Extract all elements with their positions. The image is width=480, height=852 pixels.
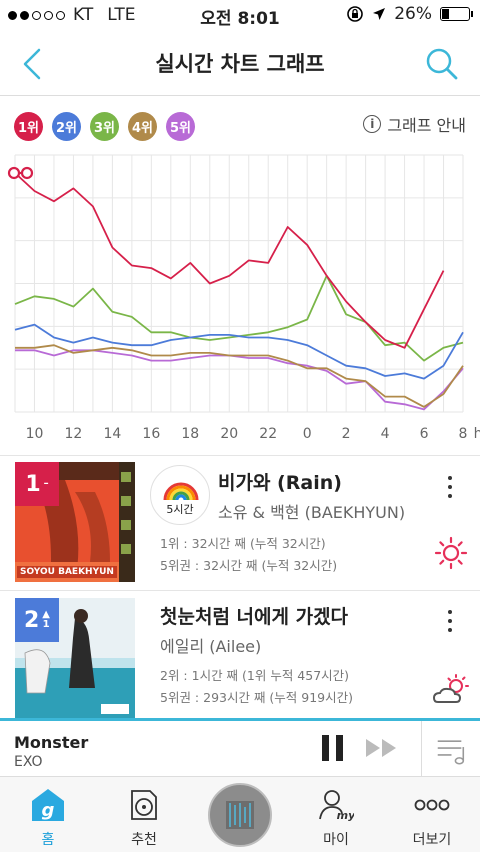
x-tick-label: 6	[420, 426, 429, 442]
rank-up-indicator: ▲ 1	[42, 610, 50, 630]
tab-label: 홈	[41, 832, 55, 848]
x-tick-label: 14	[103, 426, 121, 442]
album-cover-2[interactable]: 2 ▲ 1	[15, 598, 135, 718]
series-line-4	[15, 344, 464, 408]
tab-label: 추천	[131, 832, 157, 848]
rank-number: 2	[23, 607, 40, 633]
mini-player[interactable]: Monster EXO	[0, 718, 480, 779]
rank-change: –	[43, 478, 49, 489]
series-line-5	[15, 349, 464, 411]
page-title: 실시간 차트 그래프	[155, 52, 325, 76]
rank-number: 1	[25, 471, 41, 497]
album-cover-1[interactable]: 1 – SOYOU BAEKHYUN	[15, 462, 135, 582]
x-tick-label: 4	[381, 426, 390, 442]
my-person-icon: my	[319, 790, 354, 822]
x-tick-label: 2	[342, 426, 351, 442]
now-playing-artist[interactable]: EXO	[14, 754, 43, 770]
battery-percent: 26%	[394, 4, 432, 24]
bottom-tab-bar: g 홈 추천 my 마이 더보기	[0, 776, 480, 852]
song-title[interactable]: 비가와 (Rain)	[218, 468, 342, 495]
info-icon: i	[363, 115, 382, 133]
search-icon[interactable]	[422, 44, 462, 84]
now-playing-cover	[208, 783, 272, 847]
more-dots-icon	[414, 799, 450, 811]
now-playing-title[interactable]: Monster	[14, 733, 88, 752]
realtime-chart: 10 12 14 16 18 20 22 0 2 4 6 8 h	[7, 154, 480, 442]
tab-label: 마이	[323, 832, 349, 848]
tab-recommend[interactable]: 추천	[96, 777, 192, 852]
song-artist[interactable]: 에일리 (Ailee)	[160, 633, 350, 657]
recommend-disc-icon	[131, 790, 157, 820]
sun-icon	[434, 536, 468, 570]
x-unit-label: h	[474, 426, 480, 442]
current-marker-icon	[7, 166, 34, 180]
legend-rank-3[interactable]: 3위	[90, 112, 119, 141]
x-tick-label: 0	[303, 426, 312, 442]
graph-guide-label: 그래프 안내	[387, 116, 466, 135]
x-tick-label: 12	[65, 426, 83, 442]
tab-now-playing[interactable]	[192, 777, 288, 852]
rank-change: 1	[42, 619, 50, 630]
legend-rank-5[interactable]: 5위	[166, 112, 195, 141]
consecutive-hours-badge: 5시간	[150, 465, 210, 525]
location-icon	[373, 8, 386, 20]
graph-guide-button[interactable]: i 그래프 안내	[363, 112, 466, 136]
rank-stat-1: 2위 : 1시간 째 (1위 누적 457시간)	[160, 668, 350, 683]
legend-rank-4[interactable]: 4위	[128, 112, 157, 141]
x-tick-label: 8	[459, 426, 468, 442]
tab-home[interactable]: g 홈	[0, 777, 96, 852]
tab-my[interactable]: my 마이	[288, 777, 384, 852]
rank-stat-1: 1위 : 32시간 째 (누적 32시간)	[160, 536, 326, 551]
series-line-3	[14, 274, 464, 362]
status-bar: KT LTE 오전 8:01 26%	[0, 0, 480, 30]
divider	[0, 590, 480, 591]
home-g-icon: g	[32, 789, 64, 821]
song-title[interactable]: 첫눈처럼 너에게 가겠다	[160, 602, 348, 629]
chart-legend: 1위 2위 3위 4위 5위	[14, 112, 195, 141]
more-options-icon[interactable]	[446, 610, 454, 632]
rank-stat-2: 5위권 : 32시간 째 (누적 32시간)	[160, 558, 338, 573]
next-track-icon[interactable]	[364, 737, 400, 759]
chart-row-2[interactable]: 2 ▲ 1 첫눈처럼 너에게 가겠다 에일리 (Ailee) 2위 : 1시간 째…	[0, 598, 480, 720]
battery-icon	[440, 7, 473, 21]
svg-text:g: g	[42, 800, 55, 821]
tab-more[interactable]: 더보기	[384, 777, 480, 852]
tab-label: 더보기	[412, 832, 452, 848]
rotation-lock-icon	[347, 6, 364, 22]
x-tick-label: 18	[181, 426, 199, 442]
x-tick-label: 10	[26, 426, 44, 442]
hours-label: 5시간	[166, 503, 194, 516]
svg-text:my: my	[337, 809, 354, 822]
song-artist[interactable]: 소유 & 백현 (BAEKHYUN)	[218, 499, 408, 523]
rank-badge-1: 1 –	[15, 462, 59, 506]
top-nav-bar: 실시간 차트 그래프	[0, 30, 480, 96]
x-tick-label: 20	[220, 426, 238, 442]
chart-row-1[interactable]: 1 – SOYOU BAEKHYUN 5시간 비가와 (Rain) 소유 & 백…	[0, 462, 480, 584]
pause-icon[interactable]	[322, 735, 344, 761]
x-tick-label: 22	[259, 426, 277, 442]
x-tick-label: 16	[142, 426, 160, 442]
rank-stat-2: 5위권 : 293시간 째 (누적 919시간)	[160, 690, 354, 705]
rank-badge-2: 2 ▲ 1	[15, 598, 59, 642]
legend-rank-1[interactable]: 1위	[14, 112, 43, 141]
playlist-icon[interactable]	[421, 721, 480, 779]
divider	[0, 455, 480, 456]
sun-cloud-icon	[432, 674, 469, 703]
legend-rank-2[interactable]: 2위	[52, 112, 81, 141]
cover-text: SOYOU BAEKHYUN	[17, 566, 117, 578]
more-options-icon[interactable]	[446, 476, 454, 498]
